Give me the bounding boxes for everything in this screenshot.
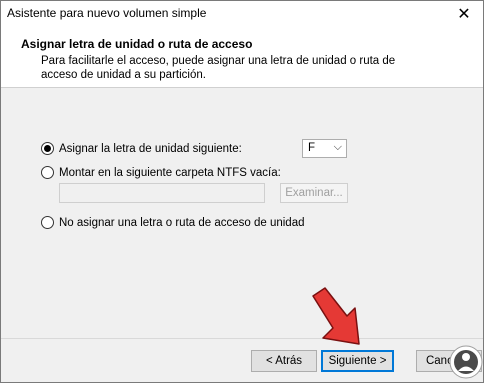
option-assign-letter[interactable]: Asignar la letra de unidad siguiente:	[41, 142, 242, 155]
option-no-assign[interactable]: No asignar una letra o ruta de acceso de…	[41, 216, 305, 229]
radio-no-assign[interactable]	[41, 216, 54, 229]
close-button[interactable]: ✕	[445, 1, 483, 27]
page-description: Para facilitarle el acceso, puede asigna…	[41, 55, 396, 81]
wizard-window: Asistente para nuevo volumen simple ✕ As…	[0, 0, 484, 383]
next-button[interactable]: Siguiente >	[321, 350, 394, 372]
radio-assign-letter[interactable]	[41, 142, 54, 155]
title-bar: Asistente para nuevo volumen simple ✕	[1, 1, 483, 27]
option-assign-letter-label: Asignar la letra de unidad siguiente:	[59, 142, 242, 155]
option-mount-folder[interactable]: Montar en la siguiente carpeta NTFS vací…	[41, 166, 281, 179]
radio-mount-folder[interactable]	[41, 166, 54, 179]
back-button[interactable]: < Atrás	[251, 350, 317, 372]
close-icon: ✕	[457, 6, 471, 23]
option-no-assign-label: No asignar una letra o ruta de acceso de…	[59, 216, 305, 229]
option-mount-folder-label: Montar en la siguiente carpeta NTFS vací…	[59, 166, 281, 179]
drive-letter-value: F	[308, 142, 316, 154]
footer-divider	[1, 338, 483, 339]
chevron-down-icon: ⌵	[333, 141, 342, 153]
browse-button[interactable]: Examinar...	[280, 183, 348, 203]
drive-letter-select[interactable]: F ⌵	[302, 139, 347, 158]
folder-path-input[interactable]	[59, 183, 265, 203]
red-arrow-pointer	[312, 287, 360, 345]
logo-icon	[449, 345, 483, 379]
window-title: Asistente para nuevo volumen simple	[7, 6, 207, 20]
wizard-header: Asignar letra de unidad o ruta de acceso…	[1, 27, 483, 88]
page-title: Asignar letra de unidad o ruta de acceso	[21, 37, 253, 51]
wizard-content: Asignar la letra de unidad siguiente: F …	[1, 88, 483, 338]
